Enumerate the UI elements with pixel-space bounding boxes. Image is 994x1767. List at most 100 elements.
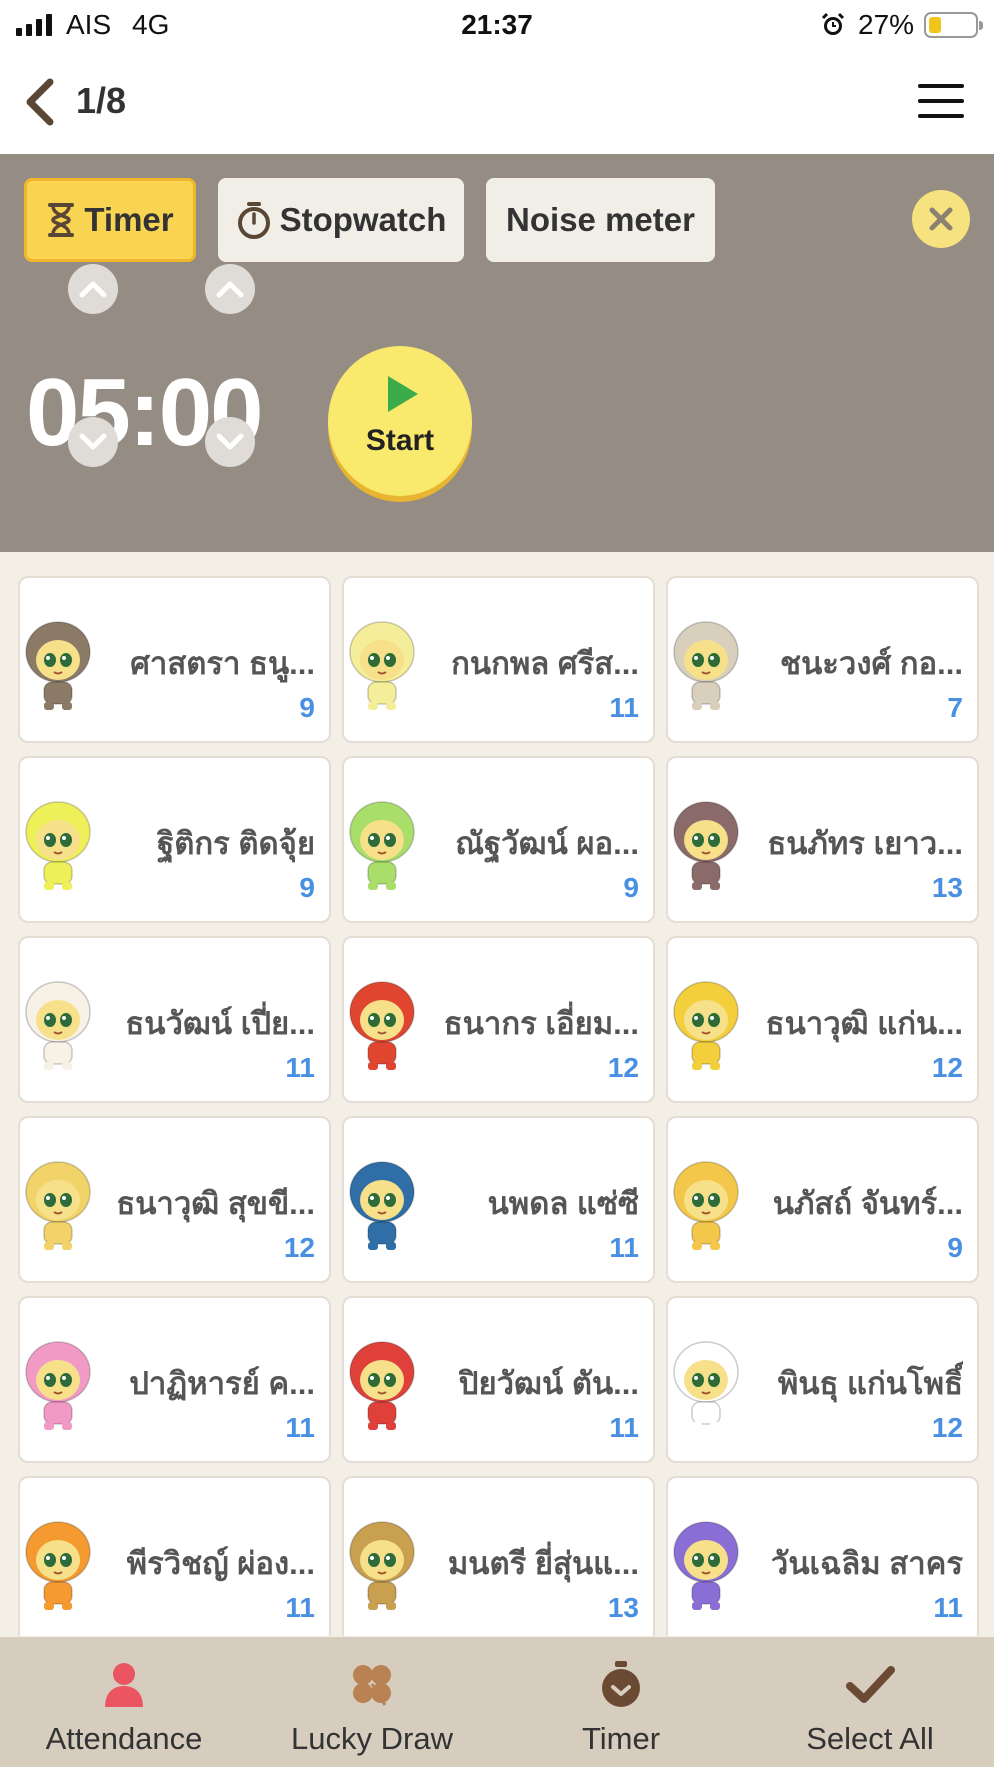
student-card[interactable]: ธนาวุฒิ แก่น... 12 xyxy=(666,936,979,1103)
student-card[interactable]: ศาสตรา ธนู... 9 xyxy=(18,576,331,743)
student-name: ชนะวงศ์ กอ... xyxy=(780,646,963,681)
student-points: 13 xyxy=(931,872,963,903)
nav-bar: 1/8 xyxy=(0,50,994,154)
dragon-avatar xyxy=(673,1521,739,1610)
student-points: 9 xyxy=(299,692,315,723)
close-icon xyxy=(929,207,953,231)
student-card[interactable]: ณัฐวัฒน์ ผอ... 9 xyxy=(342,756,655,923)
play-icon xyxy=(388,376,418,412)
tab-stopwatch[interactable]: Stopwatch xyxy=(218,178,464,262)
tab-timer-label: Timer xyxy=(84,201,174,238)
student-name: ฐิติกร ติดจุ้ย xyxy=(157,826,315,861)
seconds-up-button[interactable] xyxy=(205,264,255,314)
battery-percent: 27% xyxy=(858,9,915,40)
student-card[interactable]: พินธุ แก่นโพธิ์ 12 xyxy=(666,1296,979,1463)
minutes-down-button[interactable] xyxy=(68,417,118,467)
seconds-down-button[interactable] xyxy=(205,417,255,467)
lucky-draw-button[interactable]: Lucky Draw xyxy=(248,1637,496,1767)
student-card[interactable]: ธนากร เอี่ยม... 12 xyxy=(342,936,655,1103)
status-bar: AIS 4G 21:37 27% xyxy=(0,0,994,50)
student-card[interactable]: นพดล แซ่ซี 11 xyxy=(342,1116,655,1283)
student-card[interactable]: ปิยวัฒน์ ตัน... 11 xyxy=(342,1296,655,1463)
hedgehog-avatar xyxy=(673,801,739,890)
student-grid: ศาสตรา ธนู... 9 กนกพล ศรีส... 11 ชนะวงศ์ กอ.… xyxy=(18,576,980,1636)
student-name: ปาฏิหารย์ ค... xyxy=(129,1366,315,1401)
tab-timer[interactable]: Timer xyxy=(24,178,196,262)
student-card[interactable]: ธนภัทร เยาว... 13 xyxy=(666,756,979,923)
timer-icon xyxy=(602,1661,640,1707)
student-card[interactable]: ชนะวงศ์ กอ... 7 xyxy=(666,576,979,743)
student-name: ธนวัฒน์ เปี่ย... xyxy=(125,1006,315,1041)
student-name: ณัฐวัฒน์ ผอ... xyxy=(455,826,639,861)
student-points: 11 xyxy=(285,1052,315,1083)
back-chevron-icon[interactable] xyxy=(20,78,60,126)
giraffe-avatar xyxy=(25,1161,91,1250)
student-card[interactable]: ธนาวุฒิ สุขขี... 12 xyxy=(18,1116,331,1283)
hourglass-icon xyxy=(48,203,75,237)
student-card[interactable]: ปาฏิหารย์ ค... 11 xyxy=(18,1296,331,1463)
pig-avatar xyxy=(25,1341,91,1430)
student-points: 12 xyxy=(931,1052,963,1083)
panda-avatar xyxy=(673,1341,739,1430)
student-points: 11 xyxy=(285,1592,315,1623)
student-name: นพดล แซ่ซี xyxy=(487,1186,639,1221)
student-points: 9 xyxy=(947,1232,963,1263)
strawberry-avatar xyxy=(349,1341,415,1430)
student-card[interactable]: นภัสถ์ จันทร์... 9 xyxy=(666,1116,979,1283)
battery-icon xyxy=(924,12,983,38)
chevron-up-icon xyxy=(79,281,107,298)
student-name: ปิยวัฒน์ ตัน... xyxy=(458,1366,639,1401)
student-name: กนกพล ศรีส... xyxy=(451,646,639,681)
puppy-avatar xyxy=(673,1161,739,1250)
stopwatch-icon xyxy=(237,202,270,239)
student-name: นภัสถ์ จันทร์... xyxy=(772,1186,963,1221)
student-name: ธนาวุฒิ สุขขี... xyxy=(116,1186,315,1221)
parrot-avatar xyxy=(349,981,415,1070)
student-points: 11 xyxy=(609,1412,639,1443)
student-points: 9 xyxy=(623,872,639,903)
checkmark-icon xyxy=(846,1666,895,1703)
close-panel-button[interactable] xyxy=(912,190,970,248)
timer-button[interactable]: Timer xyxy=(497,1637,745,1767)
student-points: 11 xyxy=(609,692,639,723)
student-name: ธนากร เอี่ยม... xyxy=(443,1006,639,1041)
timer-label: Timer xyxy=(581,1721,661,1756)
select-all-label: Select All xyxy=(806,1721,934,1756)
minutes-up-button[interactable] xyxy=(68,264,118,314)
student-points: 12 xyxy=(931,1412,963,1443)
student-points: 11 xyxy=(609,1232,639,1263)
attendance-label: Attendance xyxy=(45,1721,203,1756)
start-button-label: Start xyxy=(365,424,435,457)
student-name: ธนภัทร เยาว... xyxy=(767,826,963,861)
hamburger-menu-icon[interactable] xyxy=(918,84,964,118)
chevron-down-icon xyxy=(79,433,107,450)
student-name: มนตรี ยี่สุ่นแ... xyxy=(447,1546,639,1581)
chevron-down-icon xyxy=(216,433,244,450)
student-card[interactable]: พีรวิชญ์ ผ่อง... 11 xyxy=(18,1476,331,1636)
student-card[interactable]: กนกพล ศรีส... 11 xyxy=(342,576,655,743)
student-card[interactable]: วันเฉลิม สาคร 11 xyxy=(666,1476,979,1636)
pineapple-avatar xyxy=(673,981,739,1070)
tab-noise-meter[interactable]: Noise meter xyxy=(486,178,715,262)
egg-avatar xyxy=(25,981,91,1070)
student-card[interactable]: ฐิติกร ติดจุ้ย 9 xyxy=(18,756,331,923)
student-points: 13 xyxy=(607,1592,639,1623)
student-card[interactable]: ธนวัฒน์ เปี่ย... 11 xyxy=(18,936,331,1103)
raccoon-avatar xyxy=(349,1521,415,1610)
attendance-button[interactable]: Attendance xyxy=(0,1637,248,1767)
bird-avatar xyxy=(349,621,415,710)
student-card[interactable]: มนตรี ยี่สุ่นแ... 13 xyxy=(342,1476,655,1636)
student-points: 9 xyxy=(299,872,315,903)
student-points: 12 xyxy=(283,1232,315,1263)
orange-avatar xyxy=(25,1521,91,1610)
start-button[interactable]: Start xyxy=(328,346,472,496)
chick-avatar xyxy=(25,801,91,890)
student-points: 12 xyxy=(607,1052,639,1083)
student-points: 11 xyxy=(285,1412,315,1443)
student-name: พินธุ แก่นโพธิ์ xyxy=(777,1366,963,1401)
select-all-button[interactable]: Select All xyxy=(746,1637,994,1767)
dog-avatar xyxy=(673,621,739,710)
alarm-icon xyxy=(821,12,845,35)
tab-stopwatch-label: Stopwatch xyxy=(279,201,447,238)
student-name: ศาสตรา ธนู... xyxy=(130,646,315,681)
